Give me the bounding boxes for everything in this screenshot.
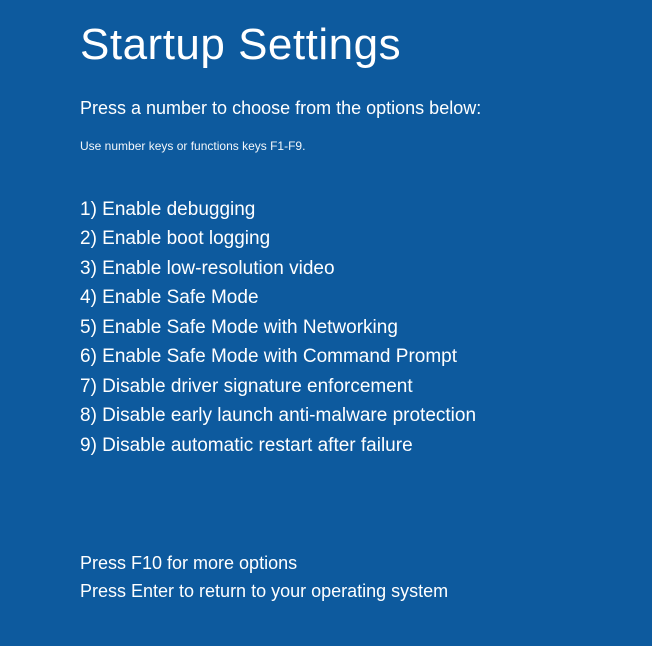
option-enable-safe-mode-networking[interactable]: 5) Enable Safe Mode with Networking — [80, 313, 572, 342]
option-enable-low-resolution-video[interactable]: 3) Enable low-resolution video — [80, 254, 572, 283]
option-disable-automatic-restart[interactable]: 9) Disable automatic restart after failu… — [80, 431, 572, 460]
footer-more-options[interactable]: Press F10 for more options — [80, 550, 572, 578]
option-disable-early-launch-anti-malware[interactable]: 8) Disable early launch anti-malware pro… — [80, 401, 572, 430]
startup-settings-screen: Startup Settings Press a number to choos… — [0, 0, 652, 606]
hint-text: Use number keys or functions keys F1-F9. — [80, 139, 572, 153]
option-disable-driver-signature-enforcement[interactable]: 7) Disable driver signature enforcement — [80, 372, 572, 401]
option-enable-debugging[interactable]: 1) Enable debugging — [80, 195, 572, 224]
footer-return[interactable]: Press Enter to return to your operating … — [80, 578, 572, 606]
page-title: Startup Settings — [80, 20, 572, 70]
option-enable-boot-logging[interactable]: 2) Enable boot logging — [80, 224, 572, 253]
footer: Press F10 for more options Press Enter t… — [80, 550, 572, 606]
option-enable-safe-mode-command-prompt[interactable]: 6) Enable Safe Mode with Command Prompt — [80, 342, 572, 371]
option-enable-safe-mode[interactable]: 4) Enable Safe Mode — [80, 283, 572, 312]
subtitle-text: Press a number to choose from the option… — [80, 98, 572, 119]
options-list: 1) Enable debugging 2) Enable boot loggi… — [80, 195, 572, 460]
